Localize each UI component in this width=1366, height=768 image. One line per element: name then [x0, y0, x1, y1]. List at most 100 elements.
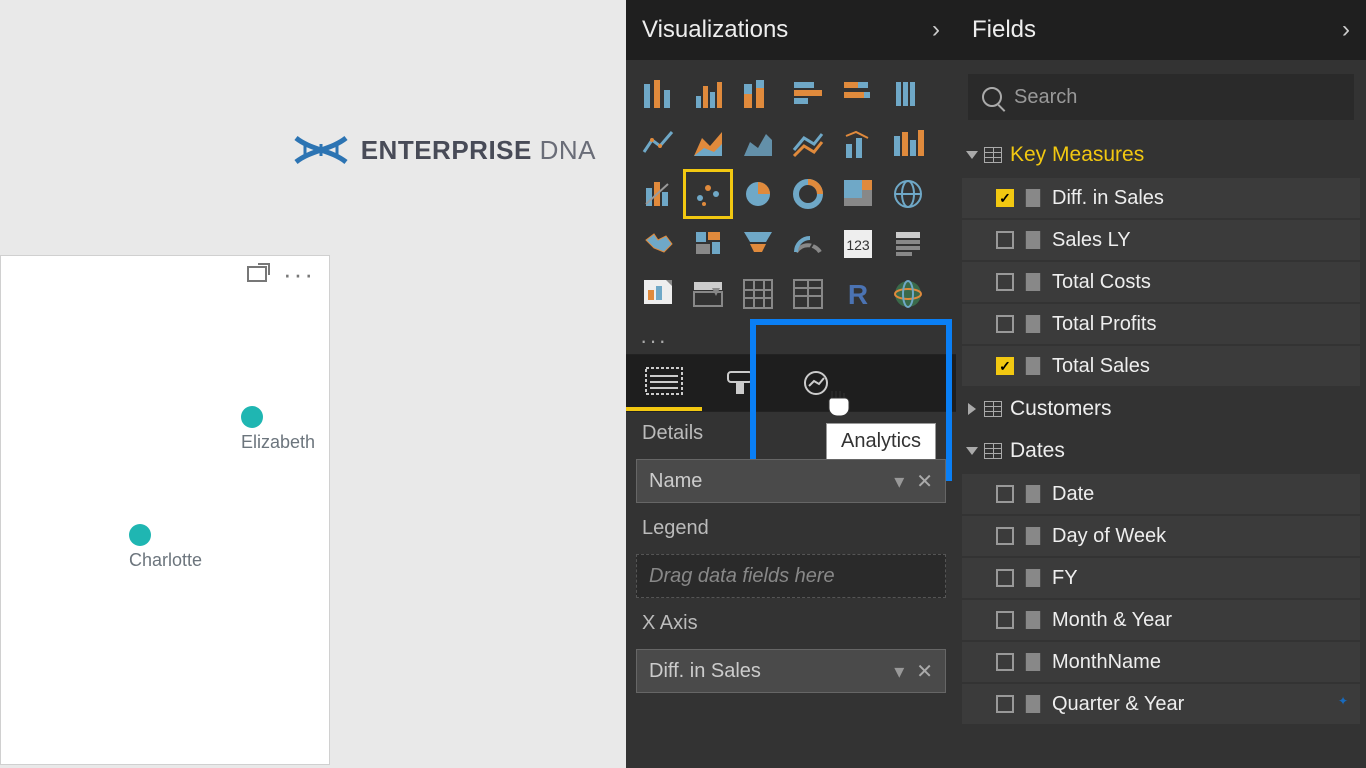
xaxis-value: Diff. in Sales [649, 660, 761, 683]
viz-type-icon[interactable] [786, 72, 830, 116]
data-point[interactable]: Charlotte [129, 524, 202, 571]
measure-icon [1024, 695, 1042, 713]
measure-icon [1024, 315, 1042, 333]
viz-type-icon[interactable] [836, 72, 880, 116]
fields-panel: Fields › Search Key Measures ✓ Diff. in Sa… [956, 0, 1366, 768]
remove-icon[interactable]: ✕ [916, 661, 933, 683]
table-header[interactable]: Key Measures [962, 134, 1360, 176]
dropdown-icon[interactable]: ▾ [894, 661, 904, 683]
report-canvas[interactable]: ENTERPRISE DNA ··· Elizabeth Charlotte [0, 0, 626, 768]
checkbox[interactable] [996, 485, 1014, 503]
viz-type-icon[interactable] [886, 172, 930, 216]
viz-type-icon[interactable] [686, 172, 730, 216]
viz-type-icon[interactable] [686, 72, 730, 116]
field-row[interactable]: ✓ Diff. in Sales [962, 178, 1360, 218]
checkbox[interactable] [996, 653, 1014, 671]
viz-type-icon[interactable] [836, 122, 880, 166]
search-input[interactable]: Search [968, 74, 1354, 120]
field-row[interactable]: Sales LY [962, 220, 1360, 260]
viz-type-icon[interactable] [636, 222, 680, 266]
viz-type-icon[interactable] [686, 272, 730, 316]
visualizations-header[interactable]: Visualizations › [626, 0, 956, 60]
measure-icon [1024, 653, 1042, 671]
checkbox[interactable] [996, 611, 1014, 629]
viz-type-icon[interactable] [686, 122, 730, 166]
fields-title: Fields [972, 16, 1036, 44]
viz-type-icon[interactable] [736, 72, 780, 116]
data-point[interactable]: Elizabeth [241, 406, 315, 453]
measure-icon [1024, 273, 1042, 291]
viz-type-icon[interactable]: R [836, 272, 880, 316]
viz-type-icon[interactable] [786, 222, 830, 266]
checkbox[interactable] [996, 527, 1014, 545]
viz-type-icon[interactable] [786, 122, 830, 166]
measure-icon [1024, 189, 1042, 207]
fields-header[interactable]: Fields › [956, 0, 1366, 60]
logo: ENTERPRISE DNA [291, 130, 596, 170]
more-options-icon[interactable]: ··· [283, 269, 315, 279]
table-header[interactable]: Customers [962, 388, 1360, 430]
viz-type-icon[interactable] [736, 172, 780, 216]
viz-type-icon[interactable] [736, 272, 780, 316]
search-placeholder: Search [1014, 86, 1077, 109]
viz-type-icon[interactable] [736, 222, 780, 266]
field-name: Total Costs [1052, 271, 1151, 294]
remove-icon[interactable]: ✕ [916, 471, 933, 493]
viz-type-icon[interactable] [636, 122, 680, 166]
field-name: Month & Year [1052, 609, 1172, 632]
xaxis-well[interactable]: Diff. in Sales ▾ ✕ [636, 649, 946, 693]
field-name: Total Profits [1052, 313, 1156, 336]
viz-type-icon[interactable] [786, 272, 830, 316]
field-name: Total Sales [1052, 355, 1150, 378]
viz-type-icon[interactable] [886, 222, 930, 266]
field-row[interactable]: Month & Year [962, 600, 1360, 640]
checkbox[interactable] [996, 315, 1014, 333]
expand-icon [968, 403, 976, 415]
checkbox[interactable]: ✓ [996, 189, 1014, 207]
chevron-right-icon[interactable]: › [932, 16, 940, 44]
visualizations-title: Visualizations [642, 16, 788, 44]
fields-tab[interactable] [626, 355, 702, 411]
field-row[interactable]: Total Profits [962, 304, 1360, 344]
legend-well[interactable]: Drag data fields here [636, 554, 946, 598]
measure-icon [1024, 611, 1042, 629]
table-header[interactable]: Dates [962, 430, 1360, 472]
checkbox[interactable]: ✓ [996, 357, 1014, 375]
chevron-right-icon[interactable]: › [1342, 16, 1350, 44]
viz-type-icon[interactable] [786, 172, 830, 216]
viz-type-icon[interactable] [886, 72, 930, 116]
field-name: MonthName [1052, 651, 1161, 674]
viz-type-icon[interactable] [636, 172, 680, 216]
viz-type-icon[interactable] [736, 122, 780, 166]
viz-type-icon[interactable]: 123 [836, 222, 880, 266]
dropdown-icon[interactable]: ▾ [894, 471, 904, 493]
viz-type-icon[interactable] [636, 272, 680, 316]
checkbox[interactable] [996, 695, 1014, 713]
field-row[interactable]: MonthName [962, 642, 1360, 682]
checkbox[interactable] [996, 569, 1014, 587]
field-row[interactable]: FY [962, 558, 1360, 598]
measure-icon [1024, 485, 1042, 503]
field-name: Date [1052, 483, 1094, 506]
scatter-visual[interactable]: ··· Elizabeth Charlotte [0, 255, 330, 765]
field-row[interactable]: Quarter & Year [962, 684, 1360, 724]
field-name: Diff. in Sales [1052, 187, 1164, 210]
viz-type-icon[interactable] [836, 172, 880, 216]
field-row[interactable]: Date [962, 474, 1360, 514]
checkbox[interactable] [996, 273, 1014, 291]
checkbox[interactable] [996, 231, 1014, 249]
field-row[interactable]: Day of Week [962, 516, 1360, 556]
viz-type-icon[interactable] [886, 272, 930, 316]
viz-type-icon[interactable] [886, 122, 930, 166]
legend-placeholder: Drag data fields here [649, 565, 835, 588]
gallery-more-icon[interactable]: ··· [626, 328, 956, 354]
format-tab[interactable] [702, 355, 778, 411]
cursor-icon [822, 387, 856, 428]
details-well[interactable]: Name ▾✕ [636, 459, 946, 503]
field-row[interactable]: Total Costs [962, 262, 1360, 302]
visualizations-panel: Visualizations › 123R ··· Analytics Deta… [626, 0, 956, 768]
focus-mode-icon[interactable] [247, 266, 267, 282]
viz-type-icon[interactable] [686, 222, 730, 266]
field-row[interactable]: ✓ Total Sales [962, 346, 1360, 386]
viz-type-icon[interactable] [636, 72, 680, 116]
